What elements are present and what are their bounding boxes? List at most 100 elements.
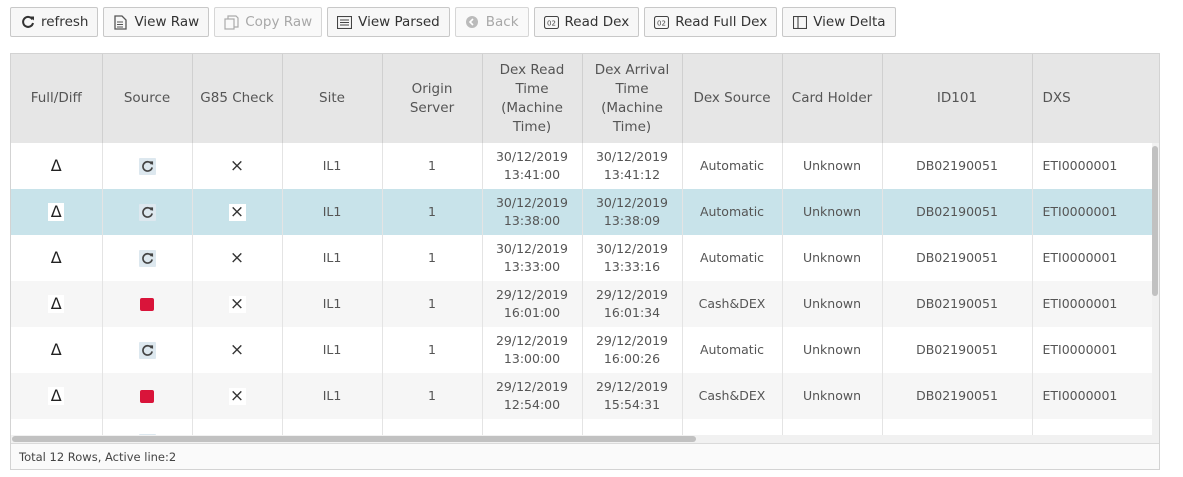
cell-dex-read-time[interactable]: 30/12/2019 13:33:00	[482, 235, 583, 281]
read-full-dex-button[interactable]: 02 Read Full Dex	[644, 7, 778, 37]
cell-dxs[interactable]: ETI0000001	[1032, 143, 1159, 189]
cell-site[interactable]: IL1	[282, 189, 383, 235]
back-button[interactable]: Back	[454, 7, 529, 37]
cell-card-holder[interactable]: Unknown	[782, 235, 883, 281]
read-full-dex-button-label: Read Full Dex	[675, 14, 768, 30]
cell-origin-server[interactable]: 1	[382, 189, 483, 235]
grid-footer: Total 12 Rows, Active line:2	[11, 443, 1159, 469]
cell-source[interactable]	[102, 327, 193, 373]
cell-dxs[interactable]: ETI0000001	[1032, 189, 1159, 235]
dex-badge-icon: 02	[654, 15, 670, 30]
cell-source[interactable]	[102, 281, 193, 327]
table-row[interactable]: Δ × IL1 1 30/12/2019 13:38:00 30/12/2019 13:38:…	[11, 189, 1159, 235]
cell-dxs[interactable]: ETI0000001	[1032, 373, 1159, 419]
cell-dex-arrival-time[interactable]: 30/12/2019 13:41:12	[582, 143, 683, 189]
col-header-dex-arrival-time[interactable]: Dex Arrival Time (Machine Time)	[582, 54, 683, 143]
cell-dex-read-time[interactable]: 29/12/2019 13:00:00	[482, 327, 583, 373]
col-header-origin-server[interactable]: Origin Server	[382, 54, 483, 143]
cell-g85-check[interactable]: ×	[192, 235, 283, 281]
cell-g85-check[interactable]: ×	[192, 189, 283, 235]
cell-dex-source[interactable]: Cash&DEX	[682, 281, 783, 327]
table-row[interactable]: Δ × IL1 1 30/12/2019 13:41:00 30/12/2019 13:41:…	[11, 143, 1159, 189]
cell-origin-server[interactable]: 1	[382, 373, 483, 419]
col-header-dex-read-time[interactable]: Dex Read Time (Machine Time)	[482, 54, 583, 143]
cell-origin-server[interactable]: 1	[382, 235, 483, 281]
cell-card-holder[interactable]: Unknown	[782, 189, 883, 235]
cell-source[interactable]	[102, 373, 193, 419]
cell-dex-source[interactable]: Automatic	[682, 143, 783, 189]
table-row[interactable]: Δ × IL1 1 30/12/2019 13:33:00 30/12/2019 13:33:…	[11, 235, 1159, 281]
vertical-scrollbar-thumb[interactable]	[1152, 146, 1158, 296]
view-raw-button[interactable]: View Raw	[103, 7, 210, 37]
cell-site[interactable]: IL1	[282, 327, 383, 373]
read-dex-button[interactable]: 02 Read Dex	[533, 7, 640, 37]
cell-id101[interactable]: DB02190051	[882, 189, 1033, 235]
cell-site[interactable]: IL1	[282, 143, 383, 189]
col-header-card-holder[interactable]: Card Holder	[782, 54, 883, 143]
cell-full-diff[interactable]: Δ	[11, 235, 103, 281]
cell-dex-read-time[interactable]: 30/12/2019 13:38:00	[482, 189, 583, 235]
cell-dex-arrival-time[interactable]: 29/12/2019 15:54:31	[582, 373, 683, 419]
cell-card-holder[interactable]: Unknown	[782, 281, 883, 327]
cell-g85-check[interactable]: ×	[192, 327, 283, 373]
cell-dxs[interactable]: ETI0000001	[1032, 281, 1159, 327]
col-header-site[interactable]: Site	[282, 54, 383, 143]
cell-full-diff[interactable]: Δ	[11, 373, 103, 419]
cell-id101[interactable]: DB02190051	[882, 281, 1033, 327]
cell-source[interactable]	[102, 189, 193, 235]
table-row[interactable]: Δ × IL1 1 29/12/2019 16:01:00 29/12/2019 16:01:…	[11, 281, 1159, 327]
cell-full-diff[interactable]: Δ	[11, 281, 103, 327]
col-header-source[interactable]: Source	[102, 54, 193, 143]
table-row[interactable]: Δ × IL1 1 29/12/2019 12:54:00 29/12/2019 15:54:…	[11, 373, 1159, 419]
cell-dex-arrival-time[interactable]: 30/12/2019 13:33:16	[582, 235, 683, 281]
cell-dxs[interactable]: ETI0000001	[1032, 327, 1159, 373]
cell-card-holder[interactable]: Unknown	[782, 143, 883, 189]
col-header-dxs[interactable]: DXS	[1032, 54, 1159, 143]
cash-dex-source-icon	[140, 389, 154, 403]
cell-card-holder[interactable]: Unknown	[782, 327, 883, 373]
view-parsed-button[interactable]: View Parsed	[327, 7, 450, 37]
cell-full-diff[interactable]: Δ	[11, 327, 103, 373]
cell-dex-arrival-time[interactable]: 29/12/2019 16:00:26	[582, 327, 683, 373]
cell-id101[interactable]: DB02190051	[882, 327, 1033, 373]
cell-dxs[interactable]: ETI0000001	[1032, 235, 1159, 281]
col-header-dex-source[interactable]: Dex Source	[682, 54, 783, 143]
automatic-source-icon	[138, 203, 156, 221]
dex-table: Full/Diff Source G85 Check Site Origin S…	[11, 54, 1159, 443]
cell-dex-source[interactable]: Automatic	[682, 327, 783, 373]
cell-dex-source[interactable]: Automatic	[682, 189, 783, 235]
cell-dex-source[interactable]: Automatic	[682, 235, 783, 281]
cell-id101[interactable]: DB02190051	[882, 143, 1033, 189]
cell-site[interactable]: IL1	[282, 281, 383, 327]
view-delta-button[interactable]: View Delta	[782, 7, 896, 37]
col-header-g85-check[interactable]: G85 Check	[192, 54, 283, 143]
cell-card-holder[interactable]: Unknown	[782, 373, 883, 419]
cell-dex-source[interactable]: Cash&DEX	[682, 373, 783, 419]
cell-full-diff[interactable]: Δ	[11, 143, 103, 189]
cell-g85-check[interactable]: ×	[192, 143, 283, 189]
cell-origin-server[interactable]: 1	[382, 281, 483, 327]
cell-source[interactable]	[102, 143, 193, 189]
col-header-id101[interactable]: ID101	[882, 54, 1033, 143]
cell-site[interactable]: IL1	[282, 373, 383, 419]
cell-origin-server[interactable]: 1	[382, 327, 483, 373]
copy-raw-button[interactable]: Copy Raw	[214, 7, 323, 37]
cell-dex-read-time[interactable]: 29/12/2019 16:01:00	[482, 281, 583, 327]
cell-id101[interactable]: DB02190051	[882, 373, 1033, 419]
cell-dex-arrival-time[interactable]: 30/12/2019 13:38:09	[582, 189, 683, 235]
table-row[interactable]: Δ × IL1 1 29/12/2019 13:00:00 29/12/2019 16:00:…	[11, 327, 1159, 373]
cell-dex-arrival-time[interactable]: 29/12/2019 16:01:34	[582, 281, 683, 327]
cell-id101[interactable]: DB02190051	[882, 235, 1033, 281]
cell-g85-check[interactable]: ×	[192, 373, 283, 419]
cell-origin-server[interactable]: 1	[382, 143, 483, 189]
cell-source[interactable]	[102, 235, 193, 281]
grid-body: Δ × IL1 1 30/12/2019 13:41:00 30/12/2019 13:41:…	[11, 143, 1159, 443]
cell-dex-read-time[interactable]: 30/12/2019 13:41:00	[482, 143, 583, 189]
cell-g85-check[interactable]: ×	[192, 281, 283, 327]
cell-dex-read-time[interactable]: 29/12/2019 12:54:00	[482, 373, 583, 419]
cell-site[interactable]: IL1	[282, 235, 383, 281]
horizontal-scrollbar-thumb[interactable]	[12, 436, 696, 442]
cell-full-diff[interactable]: Δ	[11, 189, 103, 235]
refresh-button[interactable]: refresh	[10, 7, 99, 37]
col-header-full-diff[interactable]: Full/Diff	[11, 54, 103, 143]
